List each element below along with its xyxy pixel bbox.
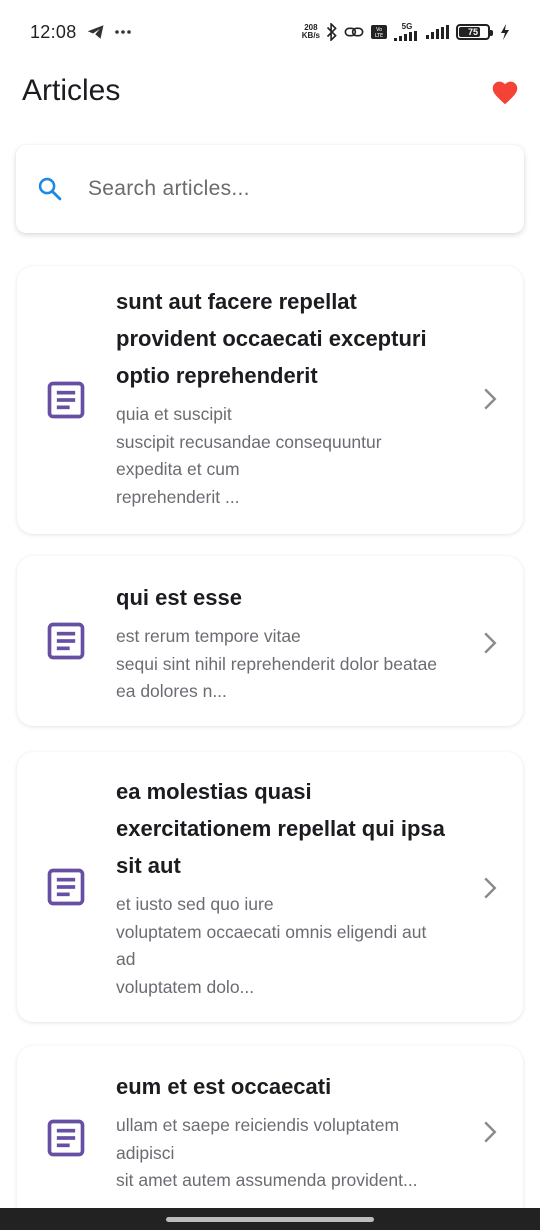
article-content: qui est esse est rerum tempore vitae seq… (116, 579, 479, 706)
article-icon (47, 1119, 85, 1157)
svg-text:LTE: LTE (375, 33, 383, 39)
article-content: ea molestias quasi exercitationem repell… (116, 773, 479, 1001)
battery-level: 75 (467, 27, 478, 37)
search-icon (38, 177, 62, 201)
network-label: 5G (401, 22, 413, 31)
net-speed-unit: KB/s (301, 31, 320, 40)
article-icon (47, 622, 85, 660)
status-bar: 12:08 208 KB/s Vo LTE 5G 75 (0, 0, 540, 64)
article-excerpt: est rerum tempore vitae sequi sint nihil… (116, 626, 438, 701)
network-type: 5G (394, 23, 420, 41)
article-card[interactable]: sunt aut facere repellat provident occae… (17, 266, 523, 534)
favorites-button[interactable] (488, 74, 522, 108)
article-title: qui est esse (116, 585, 242, 610)
article-excerpt: ullam et saepe reiciendis voluptatem adi… (116, 1115, 418, 1190)
status-time: 12:08 (30, 21, 77, 42)
article-excerpt: quia et suscipit suscipit recusandae con… (116, 404, 382, 507)
article-card[interactable]: qui est esse est rerum tempore vitae seq… (17, 556, 523, 726)
charging-icon (501, 24, 509, 40)
article-title: ea molestias quasi exercitationem repell… (116, 779, 445, 878)
heart-icon (492, 81, 518, 104)
chevron-right-icon (484, 388, 497, 410)
article-content: eum et est occaecati ullam et saepe reic… (116, 1068, 479, 1195)
article-title: eum et est occaecati (116, 1074, 332, 1099)
article-card[interactable]: ea molestias quasi exercitationem repell… (17, 752, 523, 1022)
net-speed: 208 KB/s (302, 24, 320, 40)
page-title: Articles (22, 74, 121, 107)
article-card[interactable]: eum et est occaecati ullam et saepe reic… (17, 1046, 523, 1230)
article-title: sunt aut facere repellat provident occae… (116, 289, 427, 388)
volte-icon: Vo LTE (371, 25, 387, 39)
article-excerpt: et iusto sed quo iure voluptatem occaeca… (116, 894, 427, 997)
telegram-icon (87, 25, 104, 39)
chevron-right-icon (484, 877, 497, 899)
search-input[interactable] (88, 177, 524, 201)
app-bar: Articles (0, 64, 540, 118)
bluetooth-icon (326, 23, 337, 41)
signal-icon (426, 25, 449, 39)
link-icon (344, 27, 364, 37)
search-bar (16, 145, 524, 233)
article-icon (47, 868, 85, 906)
signal-icon (394, 31, 417, 41)
home-handle[interactable] (166, 1216, 374, 1222)
system-nav-bar (0, 1208, 540, 1230)
more-dots-icon (114, 30, 131, 34)
chevron-right-icon (484, 1121, 497, 1143)
battery-icon: 75 (456, 24, 493, 40)
article-content: sunt aut facere repellat provident occae… (116, 283, 479, 511)
chevron-right-icon (484, 632, 497, 654)
article-icon (47, 381, 85, 419)
